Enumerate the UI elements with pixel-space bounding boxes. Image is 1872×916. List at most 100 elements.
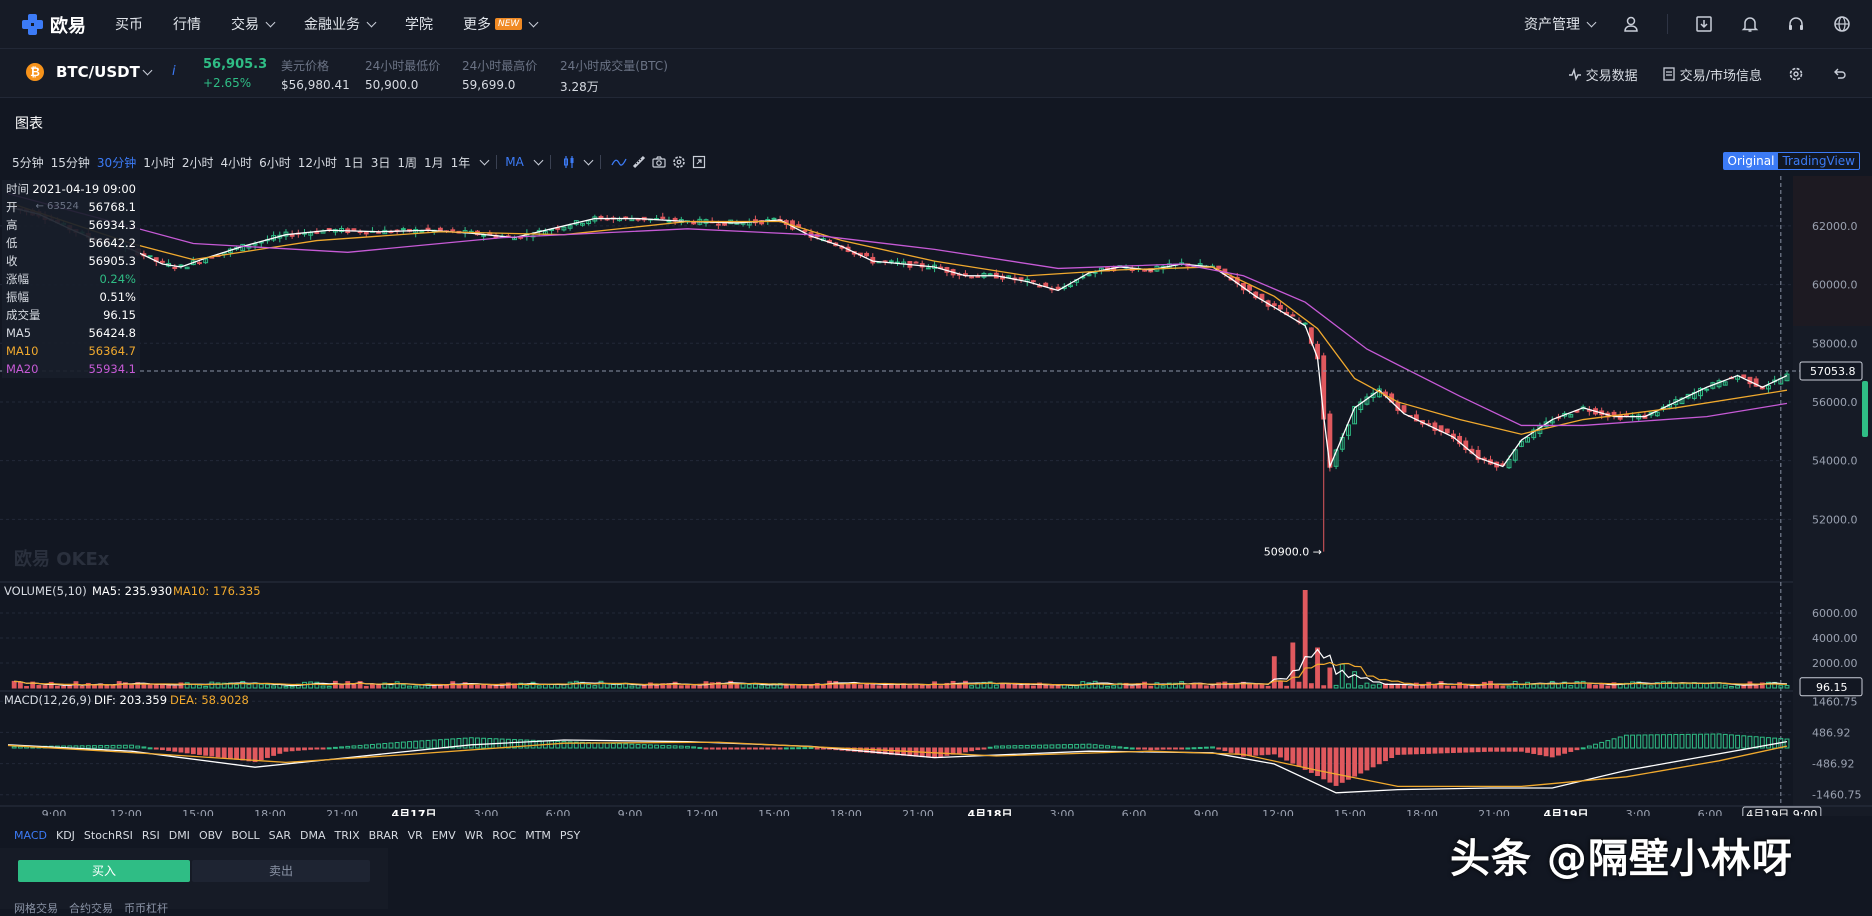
macd-histogram-bar — [184, 747, 190, 754]
user-icon[interactable] — [1621, 14, 1641, 34]
chart-settings-icon[interactable] — [669, 152, 689, 172]
nav-academy[interactable]: 学院 — [405, 14, 433, 34]
tf-1mo[interactable]: 1月 — [424, 154, 444, 171]
chevron-down-icon[interactable] — [533, 155, 544, 165]
sell-tab[interactable]: 卖出 — [192, 860, 370, 882]
info-icon[interactable]: i — [172, 64, 176, 79]
ind-dmi[interactable]: DMI — [169, 829, 190, 842]
tf-30m[interactable]: 30分钟 — [97, 154, 136, 171]
market-info-link[interactable]: 交易/市场信息 — [1662, 65, 1762, 84]
ind-brar[interactable]: BRAR — [369, 829, 399, 842]
nav-more[interactable]: 更多 NEW — [463, 14, 539, 34]
headset-icon[interactable] — [1786, 14, 1806, 34]
macd-histogram-bar — [221, 747, 227, 759]
tf-3d[interactable]: 3日 — [371, 154, 391, 171]
tradingview-button[interactable]: TradingView — [1778, 153, 1859, 169]
ind-trix[interactable]: TRIX — [334, 829, 359, 842]
trade-data-link[interactable]: 交易数据 — [1568, 65, 1638, 84]
ind-macd[interactable]: MACD — [14, 829, 47, 842]
ruler-icon[interactable] — [629, 152, 649, 172]
macd-histogram-bar — [765, 747, 771, 750]
macd-histogram-bar — [777, 747, 783, 750]
ind-psy[interactable]: PSY — [560, 829, 580, 842]
candle-down — [598, 215, 604, 219]
macd-histogram-bar — [1376, 747, 1382, 765]
tf-5m[interactable]: 5分钟 — [12, 154, 44, 171]
settings-gear-icon[interactable] — [1786, 64, 1806, 84]
ind-mtm[interactable]: MTM — [525, 829, 551, 842]
tf-12h[interactable]: 12小时 — [298, 154, 337, 171]
pair-selector[interactable]: BTC/USDT — [56, 63, 153, 81]
ind-roc[interactable]: ROC — [492, 829, 516, 842]
ind-dma[interactable]: DMA — [300, 829, 326, 842]
ind-emv[interactable]: EMV — [432, 829, 456, 842]
ind-vr[interactable]: VR — [408, 829, 423, 842]
nav-markets[interactable]: 行情 — [173, 14, 201, 34]
ind-obv[interactable]: OBV — [199, 829, 222, 842]
volume-bar — [1593, 684, 1598, 689]
candle-down — [1278, 304, 1283, 310]
original-view-button[interactable]: Original — [1723, 153, 1779, 169]
candle-type-icon[interactable] — [559, 152, 579, 172]
chevron-down-icon[interactable] — [583, 155, 594, 165]
nav-finance[interactable]: 金融业务 — [304, 14, 377, 34]
low-24h-value: 50,900.0 — [365, 78, 419, 92]
download-icon[interactable] — [1694, 14, 1714, 34]
chart-section-title: 图表 — [15, 116, 43, 132]
kline-chart[interactable]: 62000.0 60000.0 58000.0 56000.0 54000.0 52000… — [0, 176, 1872, 816]
fullscreen-icon[interactable] — [689, 152, 709, 172]
ind-boll[interactable]: BOLL — [231, 829, 259, 842]
undo-icon[interactable] — [1830, 64, 1850, 84]
volume-bar — [320, 685, 326, 689]
volume-bar — [92, 685, 97, 689]
volume-bar — [1018, 684, 1024, 689]
x-tick-label: 9:00 — [1194, 808, 1219, 816]
line-draw-icon[interactable] — [609, 152, 629, 172]
macd-histogram-bar — [790, 747, 795, 750]
volume-bar — [685, 685, 690, 689]
macd-histogram-bar — [332, 746, 338, 749]
macd-histogram-bar — [1673, 734, 1679, 749]
ind-rsi[interactable]: RSI — [142, 829, 160, 842]
volume-bar — [1494, 684, 1500, 689]
volume-bar — [363, 685, 369, 689]
volume-bar — [524, 684, 530, 689]
macd-histogram-bar — [1364, 747, 1370, 771]
tf-1h[interactable]: 1小时 — [143, 154, 175, 171]
tf-15m[interactable]: 15分钟 — [51, 154, 90, 171]
trade-type-tabs[interactable]: 网格交易 合约交易 币币杠杆 — [14, 900, 168, 916]
camera-icon[interactable] — [649, 152, 669, 172]
x-tick-label: 21:00 — [902, 808, 934, 816]
ind-stochrsi[interactable]: StochRSI — [84, 829, 133, 842]
buy-tab[interactable]: 买入 — [18, 860, 190, 882]
macd-histogram-bar — [1315, 747, 1320, 777]
candle-down — [1401, 405, 1407, 413]
nav-buy-crypto[interactable]: 买币 — [115, 14, 143, 34]
volume-last-label: 96.15 — [1816, 681, 1848, 694]
info-ma20-row: MA20 55934.1 — [2, 360, 140, 378]
ind-wr[interactable]: WR — [465, 829, 484, 842]
tf-6h[interactable]: 6小时 — [259, 154, 291, 171]
globe-icon[interactable] — [1832, 14, 1852, 34]
tf-1y[interactable]: 1年 — [451, 154, 471, 171]
indicator-select[interactable]: MA — [505, 155, 524, 169]
macd-histogram-bar — [1024, 744, 1030, 749]
volume-bar — [1321, 685, 1327, 689]
tf-4h[interactable]: 4小时 — [220, 154, 252, 171]
brand-logo[interactable]: 欧易 — [22, 12, 86, 38]
x-tick-label: 3:00 — [1050, 808, 1075, 816]
macd-histogram-bar — [1271, 747, 1277, 755]
info-close-label: 收 — [6, 254, 18, 268]
ind-kdj[interactable]: KDJ — [56, 829, 75, 842]
tf-1w[interactable]: 1周 — [397, 154, 417, 171]
nav-trade[interactable]: 交易 — [231, 14, 276, 34]
tf-2h[interactable]: 2小时 — [182, 154, 214, 171]
bell-icon[interactable] — [1740, 14, 1760, 34]
volume-bar — [1556, 683, 1561, 689]
volume-bar — [1370, 684, 1376, 689]
asset-management-menu[interactable]: 资产管理 — [1524, 14, 1597, 34]
chevron-down-icon[interactable] — [479, 155, 490, 165]
tf-1d[interactable]: 1日 — [344, 154, 364, 171]
ind-sar[interactable]: SAR — [269, 829, 291, 842]
volume-bar — [1537, 683, 1543, 689]
